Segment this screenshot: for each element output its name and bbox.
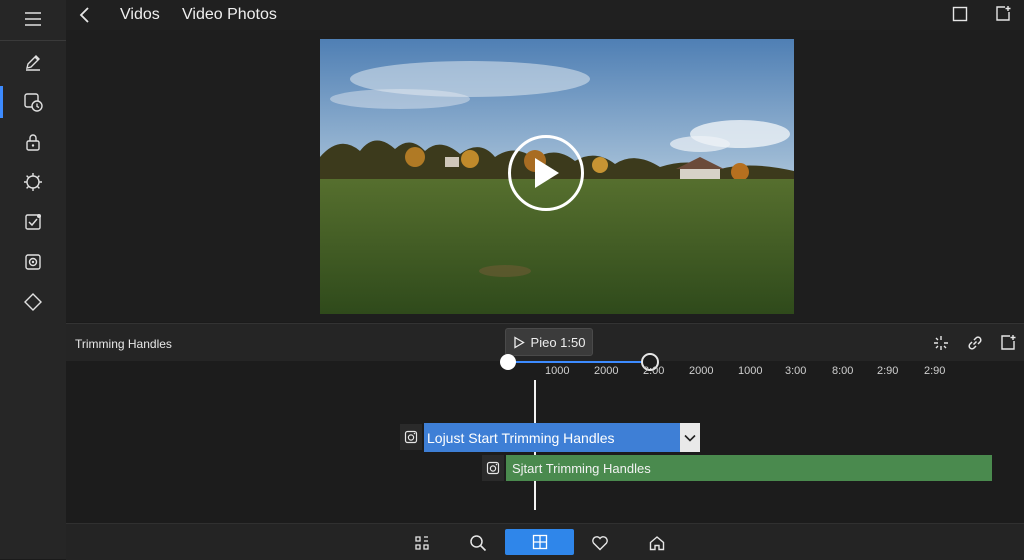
clip-timer-icon: [24, 93, 43, 112]
nav-layout-button[interactable]: [409, 530, 435, 556]
checkbox-icon: [25, 214, 41, 230]
clip-track-top[interactable]: Lojust Start Trimming Handles: [424, 423, 680, 452]
heart-icon: [592, 536, 608, 551]
sidebar-item-shapes[interactable]: [0, 282, 66, 322]
clip-bottom-label: Sjtart Trimming Handles: [512, 460, 651, 476]
nav-search-button[interactable]: [465, 530, 491, 556]
back-button[interactable]: [78, 6, 92, 24]
play-triangle-icon: [535, 158, 559, 188]
camera-icon: [404, 430, 418, 444]
search-icon: [470, 535, 487, 552]
windows-grid-icon: [532, 534, 547, 550]
lock-icon: [26, 134, 40, 151]
square-icon: [952, 6, 968, 22]
add-box-icon: [1001, 335, 1016, 350]
trim-start-handle[interactable]: [500, 354, 516, 370]
ruler-tick: 2:00: [643, 365, 665, 377]
layout-grid-icon: [415, 536, 429, 550]
add-clip-button[interactable]: [997, 332, 1019, 354]
play-outline-icon: [513, 335, 525, 349]
bottom-nav: [66, 523, 1024, 560]
sparkle-icon: [934, 336, 948, 350]
video-preview[interactable]: [320, 39, 794, 314]
hamburger-menu-icon: [25, 12, 41, 26]
settings-gear-icon: [24, 173, 42, 191]
trim-range-bar: [508, 361, 650, 363]
magic-trim-button[interactable]: [930, 332, 952, 354]
clip-dropdown-button[interactable]: [680, 423, 700, 452]
clip-camera-toggle[interactable]: [482, 455, 504, 481]
window-mode-button[interactable]: [952, 6, 968, 22]
chevron-left-icon: [79, 7, 89, 23]
nav-home-button[interactable]: [644, 530, 670, 556]
breadcrumb-video-photos[interactable]: Video Photos: [182, 6, 277, 24]
add-box-icon: [996, 6, 1011, 21]
sidebar-item-edit[interactable]: [0, 42, 66, 82]
sidebar-item-lock[interactable]: [0, 122, 66, 162]
left-rail: [0, 0, 67, 559]
ruler-tick: 1000: [545, 365, 570, 377]
play-duration-label: Pieo 1:50: [530, 334, 586, 350]
ruler-tick: 2:90: [877, 365, 899, 377]
ruler-tick: 2000: [689, 365, 714, 377]
clip-track-bottom[interactable]: Sjtart Trimming Handles: [506, 455, 992, 481]
trim-panel-title: Trimming Handles: [75, 337, 172, 351]
chevron-down-icon: [684, 434, 696, 442]
camera-capture-icon: [25, 254, 41, 270]
nav-windows-button[interactable]: [505, 529, 574, 555]
play-button[interactable]: [508, 135, 584, 211]
ruler-tick: 1000: [738, 365, 763, 377]
breadcrumb-vidos[interactable]: Vidos: [120, 6, 160, 24]
menu-button[interactable]: [0, 0, 66, 38]
ruler-tick: 3:00: [785, 365, 807, 377]
top-bar: Vidos Video Photos: [66, 0, 1024, 30]
sidebar-item-capture[interactable]: [0, 242, 66, 282]
nav-favorites-button[interactable]: [587, 530, 613, 556]
clip-camera-toggle[interactable]: [400, 424, 422, 450]
ruler-tick: 8:00: [832, 365, 854, 377]
ruler-tick: 2000: [594, 365, 619, 377]
sidebar-item-clips[interactable]: [0, 82, 66, 122]
link-icon: [968, 336, 982, 350]
preview-play-pill[interactable]: Pieo 1:50: [505, 328, 593, 356]
clip-top-label: Lojust Start Trimming Handles: [427, 429, 615, 446]
link-button[interactable]: [964, 332, 986, 354]
add-item-button[interactable]: [994, 5, 1012, 23]
sidebar-item-tasks[interactable]: [0, 202, 66, 242]
home-icon: [649, 536, 665, 551]
diamond-icon: [24, 293, 42, 311]
trim-toolbar: Trimming Handles Pieo 1:50: [66, 323, 1024, 362]
sidebar-item-settings[interactable]: [0, 162, 66, 202]
ruler-tick: 2:90: [924, 365, 946, 377]
camera-icon: [486, 461, 500, 475]
edit-pen-icon: [26, 55, 40, 71]
